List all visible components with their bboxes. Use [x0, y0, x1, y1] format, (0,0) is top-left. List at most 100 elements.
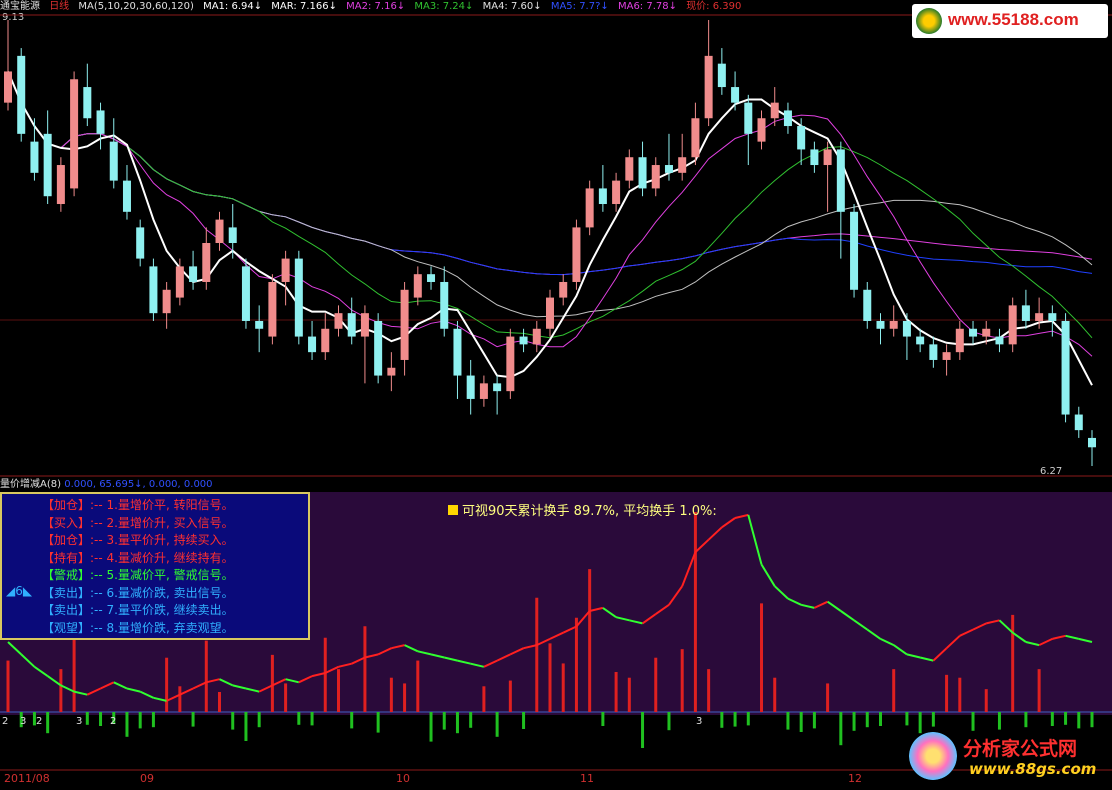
date-label-oct: 10 — [396, 772, 410, 785]
candle-up — [162, 289, 171, 314]
candle-down — [1074, 414, 1083, 431]
candle-up — [678, 157, 687, 173]
signal-digit: 3 — [76, 716, 83, 727]
ma5-line — [7, 71, 1093, 386]
candle-up — [691, 118, 700, 158]
candle-up — [268, 281, 277, 337]
candle-up — [175, 266, 184, 298]
candle-down — [83, 87, 92, 119]
legend-text: :-- 4.量减价升, 继续持有。 — [90, 550, 234, 565]
signal-digit: 2 — [110, 716, 117, 727]
signal-legend: ◢6◣ 【加仓】:-- 1.量增价平, 转阳信号。 【买入】:-- 2.量增价升,… — [0, 492, 310, 640]
candle-down — [916, 336, 925, 345]
candle-up — [413, 274, 422, 298]
legend-text: :-- 6.量减价跌, 卖出信号。 — [90, 585, 234, 600]
candle-down — [810, 149, 819, 166]
indicator-header: 量价增减A(8) 0.000, 65.695↓, 0.000, 0.000 — [0, 478, 600, 492]
candle-down — [347, 313, 356, 337]
candle-down — [797, 126, 806, 150]
candle-up — [70, 79, 79, 189]
legend-tag: 【持有】 — [42, 550, 91, 565]
candle-up — [1035, 313, 1044, 321]
legend-row: 【加仓】:-- 1.量增价平, 转阳信号。 — [42, 497, 234, 514]
candle-up — [625, 157, 634, 181]
candle-down — [731, 87, 740, 103]
legend-text: :-- 1.量增价平, 转阳信号。 — [90, 498, 234, 512]
legend-tag: 【卖出】 — [42, 603, 91, 617]
candle-up — [651, 165, 660, 189]
date-label-sep: 09 — [140, 772, 154, 785]
candle-up — [889, 320, 898, 329]
legend-row: 【观望】:-- 8.量增价跌, 弃卖观望。 — [42, 620, 234, 637]
signal-digit: 3 — [20, 716, 27, 727]
date-label-dec: 12 — [848, 772, 862, 785]
candle-down — [744, 102, 753, 134]
candle-down — [427, 274, 436, 282]
candle-down — [241, 266, 250, 321]
candle-up — [704, 55, 713, 119]
candle-down — [1088, 437, 1096, 448]
candle-down — [664, 165, 673, 173]
ma30-line — [7, 71, 1093, 318]
candle-up — [546, 297, 554, 329]
candle-up — [202, 243, 211, 282]
legend-page-control[interactable]: ◢6◣ — [6, 584, 32, 598]
legend-text: :-- 5.量减价平, 警戒信号。 — [90, 568, 234, 582]
signal-digit: 2 — [2, 716, 9, 727]
candle-up — [479, 383, 488, 399]
candle-down — [136, 227, 145, 259]
candle-down — [294, 258, 303, 337]
logo-bottom-url: www.88gs.com — [969, 760, 1097, 778]
candle-down — [850, 211, 859, 290]
candle-up — [585, 188, 594, 228]
price-chart — [0, 14, 1112, 771]
candle-down — [466, 375, 475, 399]
candle-up — [400, 289, 409, 360]
candle-down — [1048, 313, 1057, 321]
candle-down — [374, 320, 383, 376]
candle-down — [638, 157, 647, 189]
legend-tag: 【加仓】 — [42, 533, 91, 547]
candle-up — [532, 328, 541, 345]
candle-up — [757, 118, 766, 142]
candle-down — [902, 320, 911, 337]
turnover-text: 可视90天累计换手 89.7%, 平均换手 1.0%: — [462, 504, 717, 519]
candle-down — [122, 180, 131, 212]
legend-row: 【买入】:-- 2.量增价升, 买入信号。 — [42, 515, 234, 532]
signal-digit: 2 — [36, 716, 43, 727]
indicator-values: 0.000, 65.695↓, 0.000, 0.000 — [64, 479, 213, 490]
candle-down — [493, 383, 502, 392]
legend-tag: 【警戒】 — [42, 568, 91, 582]
candle-up — [612, 180, 621, 205]
date-label-aug: 2011/08 — [4, 772, 50, 785]
candle-up — [572, 227, 581, 282]
indicator-name: 量价增减A(8) — [0, 479, 62, 490]
legend-tag: 【买入】 — [42, 515, 91, 530]
candle-down — [255, 320, 264, 329]
candle-down — [17, 55, 26, 134]
legend-text: :-- 8.量增价跌, 弃卖观望。 — [90, 620, 234, 635]
candle-down — [228, 227, 237, 243]
legend-tag: 【加仓】 — [42, 498, 91, 512]
legend-row: 【加仓】:-- 3.量平价升, 持续买入。 — [42, 532, 234, 549]
candle-up — [56, 165, 65, 205]
candle-up — [4, 71, 12, 103]
candle-down — [598, 188, 607, 205]
page-right-icon[interactable]: ◣ — [23, 584, 32, 598]
logo-top-text: www.55188.com — [948, 10, 1079, 29]
candle-down — [929, 344, 938, 360]
logo-bottom-title: 分析家公式网 — [963, 738, 1078, 760]
candle-down — [43, 133, 52, 197]
legend-row: 【卖出】:-- 7.量平价跌, 继续卖出。 — [42, 602, 234, 619]
signal-digit: 3 — [696, 716, 703, 727]
candle-up — [281, 258, 290, 282]
candle-down — [440, 281, 449, 329]
candle-up — [334, 313, 343, 329]
candle-down — [109, 141, 118, 181]
candle-up — [942, 352, 951, 360]
candle-down — [30, 141, 39, 173]
candle-down — [149, 266, 158, 314]
page-left-icon[interactable]: ◢ — [6, 584, 15, 598]
candle-up — [770, 102, 779, 119]
candle-down — [836, 149, 845, 212]
